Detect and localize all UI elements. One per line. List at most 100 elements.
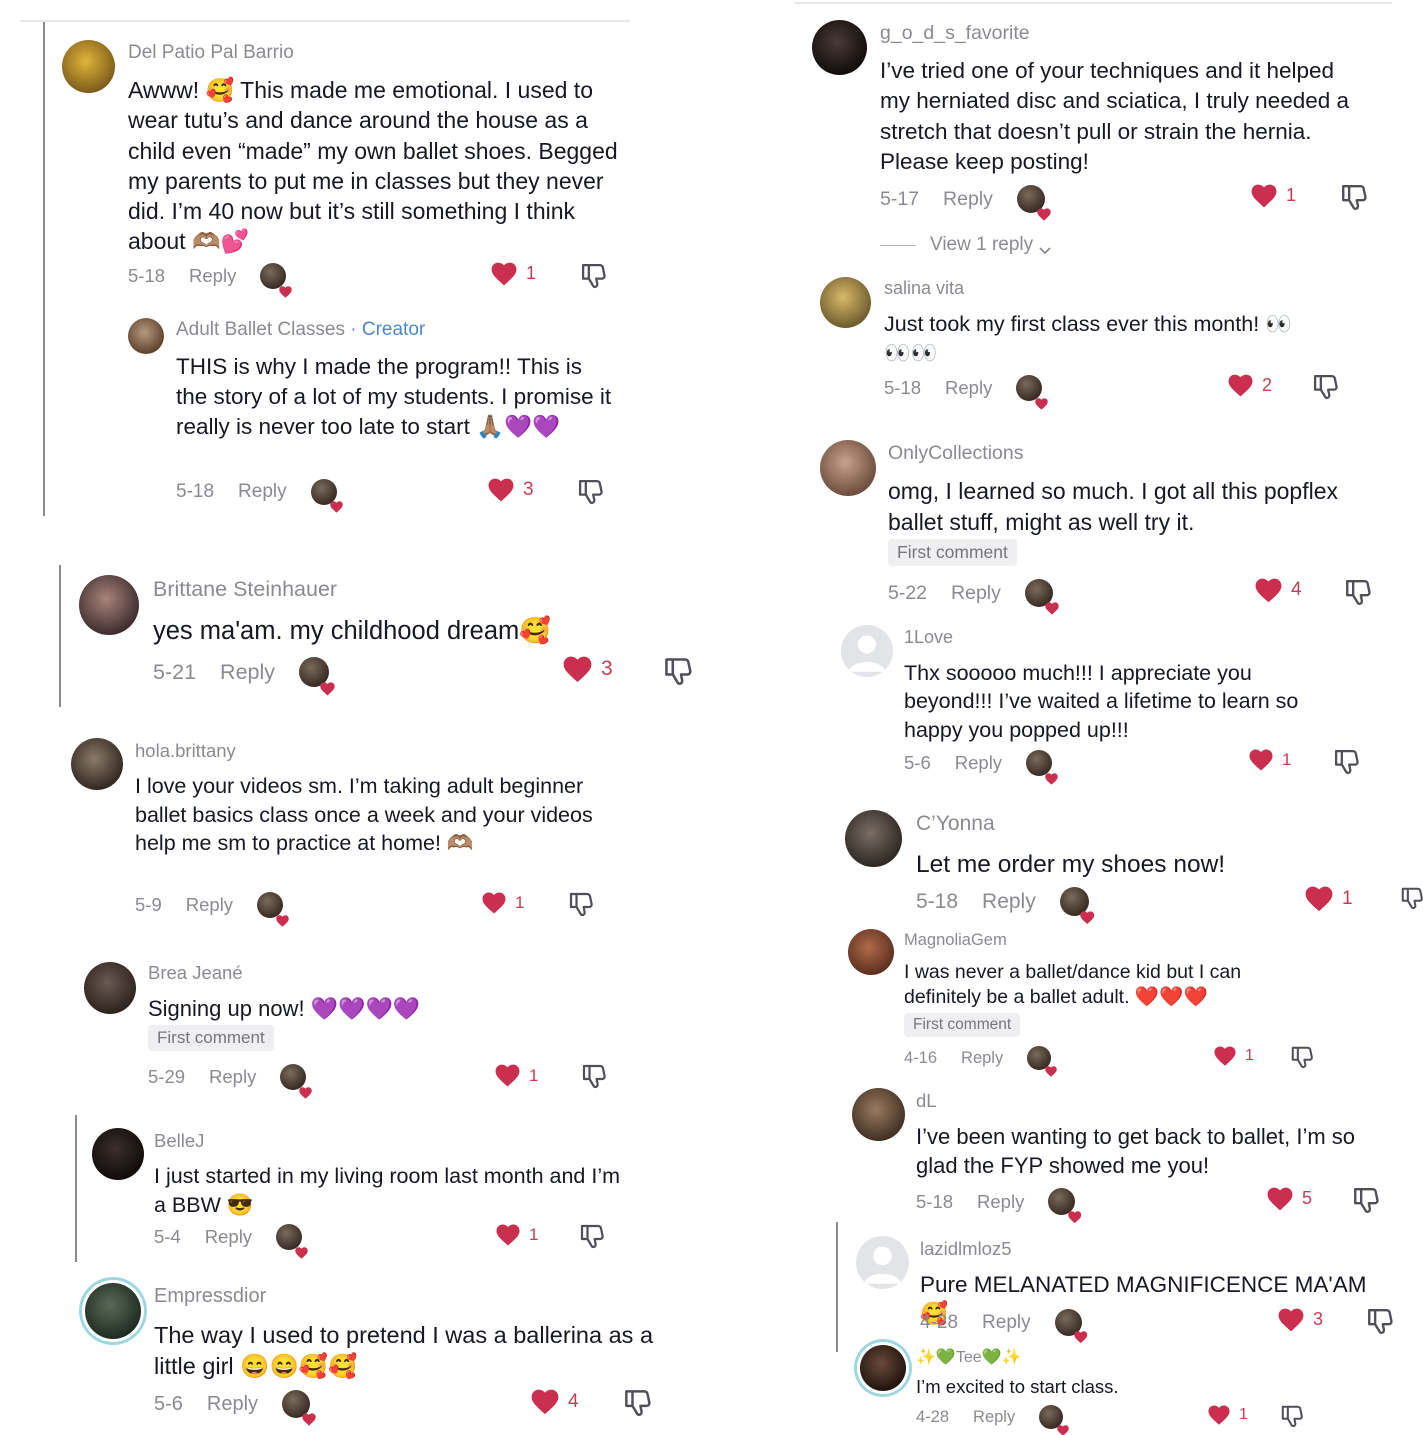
thread-line — [43, 22, 45, 516]
username-text[interactable]: g_o_d_s_favorite — [880, 22, 1030, 44]
username-text[interactable]: hola.brittany — [135, 740, 236, 761]
reply-button[interactable]: Reply — [945, 377, 992, 399]
like-button[interactable]: 1 — [1208, 1405, 1248, 1425]
view-replies-button[interactable]: View 1 reply — [880, 234, 1052, 256]
dislike-icon[interactable] — [1333, 748, 1360, 775]
username[interactable]: dL — [916, 1090, 937, 1112]
username[interactable]: g_o_d_s_favorite — [880, 22, 1030, 45]
dislike-icon[interactable] — [1340, 183, 1368, 211]
username-text[interactable]: C’Yonna — [916, 812, 995, 835]
reply-button[interactable]: Reply — [951, 582, 1001, 605]
reply-button[interactable]: Reply — [973, 1408, 1015, 1427]
username-text[interactable]: salina vita — [884, 278, 964, 298]
reply-button[interactable]: Reply — [238, 481, 287, 503]
like-button[interactable]: 3 — [488, 478, 534, 502]
avatar[interactable] — [128, 318, 164, 354]
dislike-icon[interactable] — [623, 1388, 652, 1417]
like-button[interactable]: 2 — [1228, 374, 1272, 397]
like-button[interactable]: 1 — [482, 892, 524, 914]
like-button[interactable]: 1 — [1249, 749, 1291, 771]
dislike-icon[interactable] — [577, 478, 604, 505]
like-button[interactable]: 1 — [496, 1224, 538, 1246]
like-button[interactable]: 3 — [563, 656, 613, 683]
username[interactable]: Empressdior — [154, 1285, 266, 1308]
dislike-icon[interactable] — [568, 891, 594, 917]
reply-button[interactable]: Reply — [982, 890, 1036, 914]
avatar[interactable] — [848, 929, 894, 975]
like-button[interactable]: 4 — [1255, 578, 1302, 603]
dislike-icon[interactable] — [1366, 1307, 1394, 1335]
username[interactable]: Brittane Steinhauer — [153, 577, 337, 602]
avatar[interactable] — [812, 20, 867, 75]
reply-button[interactable]: Reply — [961, 1049, 1003, 1068]
username-text[interactable]: Del Patio Pal Barrio — [128, 42, 294, 63]
like-button[interactable]: 5 — [1267, 1187, 1312, 1211]
dislike-icon[interactable] — [579, 1223, 605, 1249]
dislike-icon[interactable] — [1344, 578, 1372, 606]
username[interactable]: ✨💚Tee💚✨ — [916, 1347, 1021, 1367]
like-button[interactable]: 1 — [1305, 886, 1353, 912]
reply-button[interactable]: Reply — [220, 660, 275, 685]
username-text[interactable]: Adult Ballet Classes — [176, 319, 345, 340]
dislike-icon[interactable] — [1290, 1045, 1314, 1069]
username-text[interactable]: lazidlmloz5 — [920, 1238, 1012, 1259]
username[interactable]: hola.brittany — [135, 740, 236, 762]
username[interactable]: MagnoliaGem — [904, 931, 1007, 950]
dislike-icon[interactable] — [1312, 373, 1339, 400]
avatar[interactable] — [860, 1345, 906, 1391]
avatar[interactable] — [820, 277, 871, 328]
username[interactable]: OnlyCollections — [888, 442, 1023, 465]
like-button[interactable]: 3 — [1278, 1308, 1323, 1332]
like-button[interactable]: 1 — [1214, 1046, 1254, 1066]
like-button[interactable]: 1 — [1251, 184, 1296, 208]
reply-button[interactable]: Reply — [209, 1066, 256, 1088]
like-button[interactable]: 1 — [491, 262, 536, 286]
username[interactable]: 1Love — [904, 627, 953, 648]
reply-button[interactable]: Reply — [205, 1226, 252, 1248]
username[interactable]: Brea Jeané — [148, 962, 243, 984]
username-text[interactable]: ✨💚Tee💚✨ — [916, 1349, 1021, 1366]
dislike-icon[interactable] — [663, 656, 693, 686]
avatar[interactable] — [820, 440, 876, 496]
avatar[interactable] — [841, 625, 893, 677]
username-text[interactable]: MagnoliaGem — [904, 931, 1007, 949]
username[interactable]: lazidlmloz5 — [920, 1238, 1012, 1260]
dislike-icon[interactable] — [1352, 1186, 1380, 1214]
dislike-icon[interactable] — [581, 1063, 607, 1089]
reply-button[interactable]: Reply — [186, 894, 233, 916]
reply-button[interactable]: Reply — [189, 265, 236, 287]
username[interactable]: C’Yonna — [916, 812, 995, 836]
username-text[interactable]: Brittane Steinhauer — [153, 577, 337, 601]
username[interactable]: Del Patio Pal Barrio — [128, 42, 294, 64]
username[interactable]: salina vita — [884, 278, 964, 299]
username[interactable]: BelleJ — [154, 1130, 204, 1152]
avatar[interactable] — [852, 1088, 905, 1141]
username-text[interactable]: dL — [916, 1090, 937, 1111]
username[interactable]: Adult Ballet Classes · Creator — [176, 319, 425, 341]
reply-button[interactable]: Reply — [977, 1191, 1024, 1213]
reply-button[interactable]: Reply — [943, 188, 993, 211]
avatar[interactable] — [92, 1128, 144, 1180]
avatar[interactable] — [845, 810, 902, 867]
avatar[interactable] — [71, 738, 123, 790]
reply-button[interactable]: Reply — [207, 1393, 258, 1416]
username-text[interactable]: BelleJ — [154, 1130, 204, 1151]
view-replies-label[interactable]: View 1 reply — [930, 234, 1033, 256]
like-button[interactable]: 4 — [531, 1389, 579, 1415]
dislike-icon[interactable] — [1280, 1404, 1304, 1428]
avatar[interactable] — [84, 962, 136, 1014]
avatar[interactable] — [856, 1236, 909, 1289]
comment-date: 5-29 — [148, 1066, 186, 1087]
like-button[interactable]: 1 — [495, 1064, 538, 1087]
avatar[interactable] — [62, 40, 115, 93]
username-text[interactable]: Empressdior — [154, 1285, 266, 1307]
username-text[interactable]: Brea Jeané — [148, 962, 243, 983]
reply-button[interactable]: Reply — [982, 1312, 1031, 1334]
username-text[interactable]: OnlyCollections — [888, 442, 1023, 464]
username-text[interactable]: 1Love — [904, 627, 953, 647]
reply-button[interactable]: Reply — [955, 752, 1002, 774]
dislike-icon[interactable] — [1400, 886, 1423, 910]
avatar[interactable] — [85, 1283, 141, 1339]
dislike-icon[interactable] — [580, 262, 607, 289]
avatar[interactable] — [79, 575, 139, 635]
